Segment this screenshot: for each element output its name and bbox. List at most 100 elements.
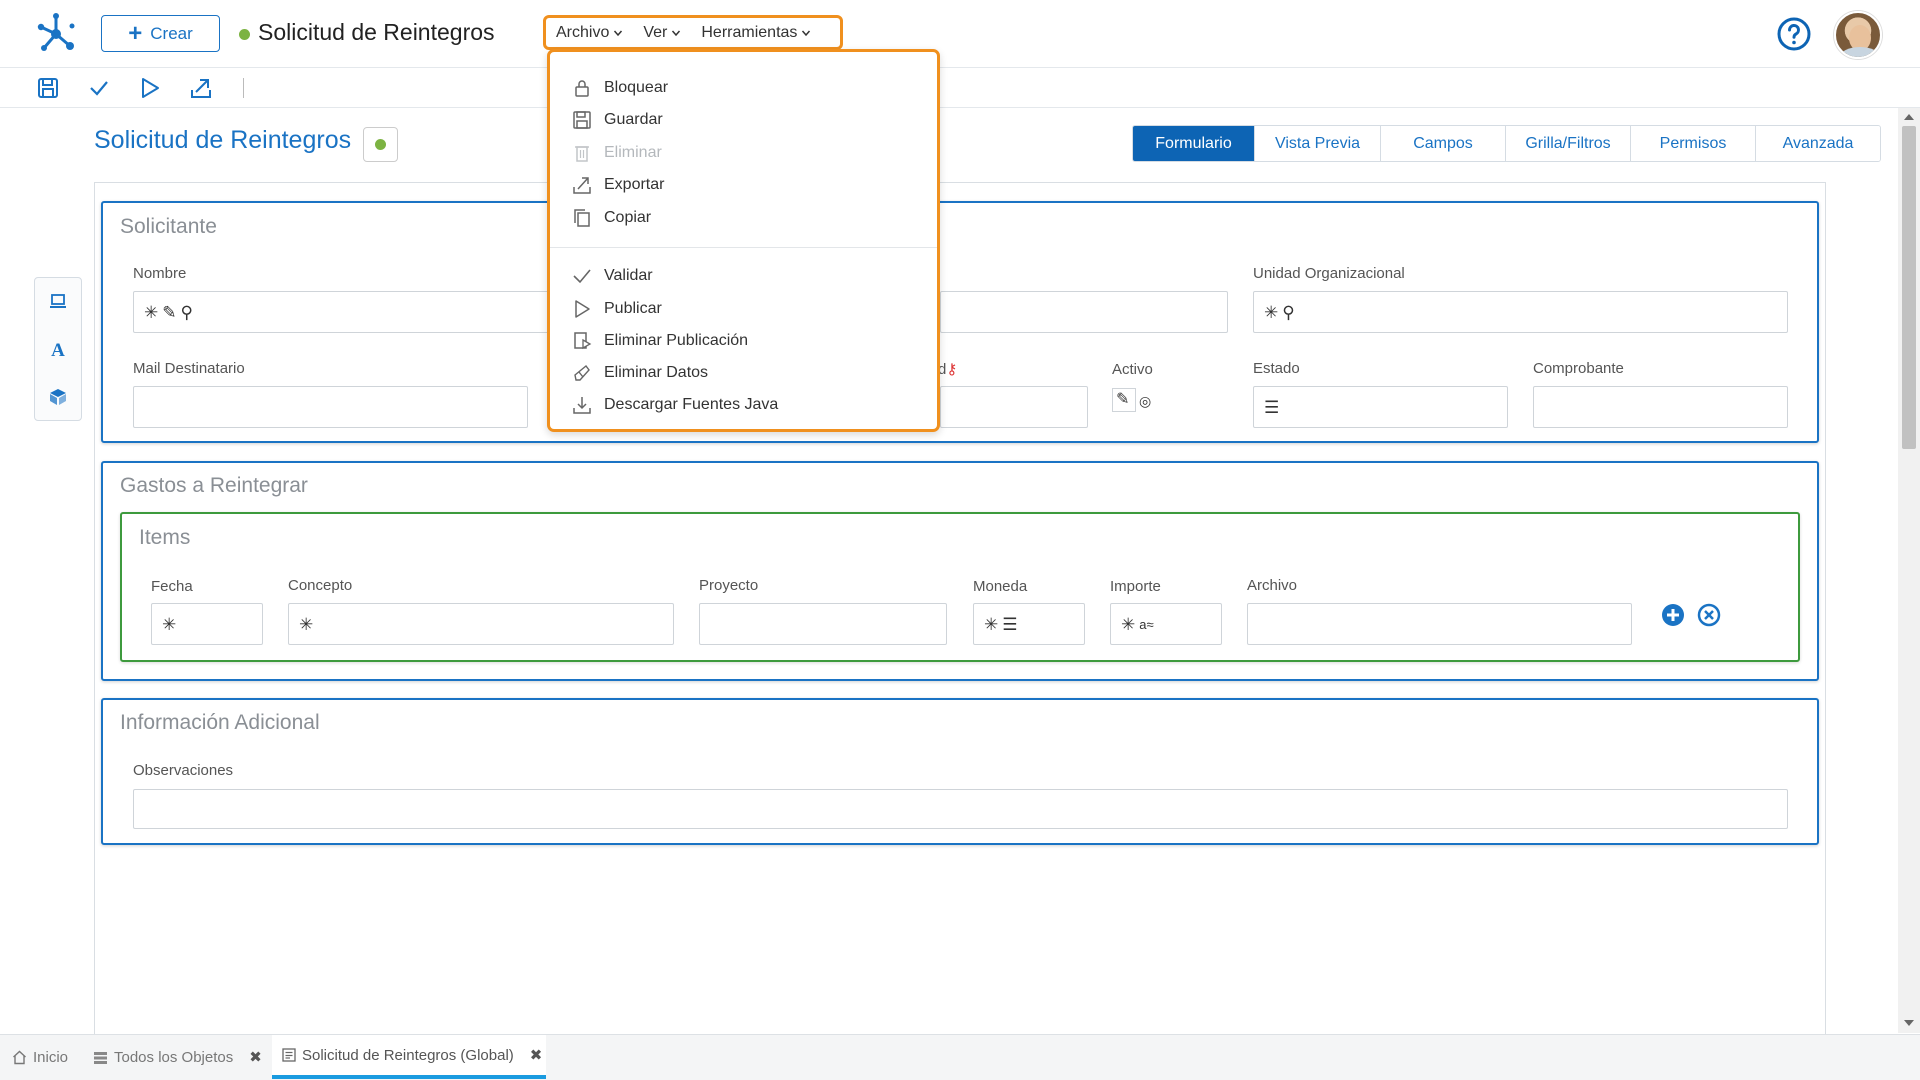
user-avatar[interactable] (1834, 11, 1882, 59)
create-button[interactable]: + Crear (101, 15, 220, 52)
field-label-partial: d⚷ (938, 361, 958, 378)
field-label-concepto: Concepto (288, 577, 353, 594)
status-badge[interactable] (363, 127, 398, 162)
field-label-nombre: Nombre (133, 265, 187, 282)
scrollbar-thumb[interactable] (1902, 126, 1916, 449)
required-icon: ✳ (162, 614, 177, 634)
form-icon (282, 1048, 296, 1062)
menu-item-guardar[interactable]: Guardar (572, 108, 663, 132)
proyecto-field[interactable] (699, 603, 947, 645)
link-icon: ⚲ (1282, 302, 1295, 322)
list-icon (94, 1051, 107, 1064)
create-label: Crear (150, 23, 193, 43)
field-label-comprobante: Comprobante (1533, 360, 1624, 377)
lock-icon (575, 80, 589, 97)
nombre-field[interactable]: ✳ ✎ ⚲ (133, 291, 553, 333)
field-label-archivo: Archivo (1247, 577, 1298, 594)
menu-item-validar[interactable]: Validar (572, 264, 653, 288)
fecha-field[interactable]: ✳ (151, 603, 263, 645)
play-icon (575, 300, 590, 318)
save-icon (573, 111, 591, 129)
tab-vista-previa[interactable]: Vista Previa (1255, 126, 1381, 161)
field-label-estado: Estado (1253, 360, 1300, 377)
chevron-down-icon (802, 30, 811, 36)
field-label-fecha: Fecha (151, 578, 193, 595)
tab-formulario[interactable]: Formulario (1133, 126, 1255, 161)
play-icon[interactable] (139, 77, 161, 99)
menu-herramientas-label: Herramientas (701, 23, 798, 41)
required-icon: ✳ (144, 302, 159, 322)
tab-bar: Formulario Vista Previa Campos Grilla/Fi… (1132, 125, 1881, 162)
importe-field[interactable]: ✳ a≈ (1110, 603, 1222, 645)
comprobante-field[interactable] (1533, 386, 1788, 428)
menu-item-descargar-fuentes-java[interactable]: Descargar Fuentes Java (572, 393, 778, 417)
app-logo-icon[interactable] (34, 12, 78, 56)
download-icon (573, 397, 591, 414)
moneda-field[interactable]: ✳ ☰ (973, 603, 1085, 645)
cube-icon[interactable] (47, 386, 69, 408)
menu-item-copiar[interactable]: Copiar (572, 206, 651, 230)
section-title: Información Adicional (120, 711, 320, 734)
bottom-tab-todos-los-objetos[interactable]: Todos los Objetos ✖ (93, 1035, 268, 1079)
unpublish-icon (574, 332, 592, 350)
menu-item-label: Descargar Fuentes Java (604, 396, 779, 413)
field-label-moneda: Moneda (973, 578, 1028, 595)
tab-campos[interactable]: Campos (1381, 126, 1506, 161)
check-icon[interactable] (88, 77, 110, 99)
menu-item-eliminar-publicacion[interactable]: Eliminar Publicación (572, 329, 748, 353)
menu-item-eliminar-datos[interactable]: Eliminar Datos (572, 361, 708, 385)
archivo-field[interactable] (1247, 603, 1632, 645)
required-icon: ✳ (1264, 302, 1279, 322)
menu-ver[interactable]: Ver (643, 24, 681, 42)
export-icon[interactable] (190, 77, 212, 99)
bottom-tab-label: Inicio (33, 1048, 69, 1066)
check-icon (573, 269, 591, 284)
close-icon[interactable]: ✖ (249, 1048, 262, 1066)
bottom-tab-inicio[interactable]: Inicio (12, 1035, 92, 1079)
tab-permisos[interactable]: Permisos (1631, 126, 1756, 161)
menu-item-publicar[interactable]: Publicar (572, 297, 662, 321)
menu-item-label: Eliminar Publicación (604, 332, 749, 349)
list-icon: ☰ (1002, 614, 1018, 634)
trash-icon (575, 146, 589, 162)
side-toolbox: A (34, 277, 82, 421)
scroll-up-icon[interactable] (1904, 114, 1914, 120)
edit-icon: ✎ (1116, 391, 1130, 408)
laptop-icon[interactable] (47, 290, 69, 312)
help-icon[interactable] (1777, 17, 1811, 51)
menu-item-bloquear[interactable]: Bloquear (572, 76, 668, 100)
text-icon[interactable]: A (47, 338, 69, 360)
remove-row-icon[interactable] (1697, 603, 1721, 627)
field-label-mail: Mail Destinatario (133, 360, 245, 377)
menu-herramientas[interactable]: Herramientas (701, 24, 811, 42)
scroll-down-icon[interactable] (1904, 1020, 1914, 1026)
visibility-icon: ◎ (1139, 393, 1152, 409)
menu-divider (550, 247, 937, 248)
tab-avanzada[interactable]: Avanzada (1756, 126, 1880, 161)
archivo-dropdown-menu: Bloquear Guardar Eliminar Exportar Copia… (547, 49, 940, 432)
bottom-tab-solicitud-global[interactable]: Solicitud de Reintegros (Global) ✖ (272, 1035, 546, 1079)
menu-item-exportar[interactable]: Exportar (572, 173, 664, 197)
menu-item-label: Validar (604, 267, 653, 284)
field-label-activo: Activo (1112, 361, 1153, 378)
mail-destinatario-field[interactable] (133, 386, 528, 428)
observaciones-field[interactable] (133, 789, 1788, 829)
save-icon[interactable] (37, 77, 59, 99)
list-icon: ☰ (1264, 397, 1280, 417)
menu-ver-label: Ver (643, 23, 668, 41)
toolbar (0, 68, 1920, 108)
chevron-down-icon (672, 30, 681, 36)
partial-field[interactable] (940, 291, 1228, 333)
menu-item-label: Eliminar (604, 144, 662, 161)
menu-item-eliminar[interactable]: Eliminar (572, 141, 662, 165)
unidad-organizacional-field[interactable]: ✳ ⚲ (1253, 291, 1788, 333)
concepto-field[interactable]: ✳ (288, 603, 674, 645)
partial-field-2[interactable] (940, 386, 1088, 428)
close-icon[interactable]: ✖ (530, 1046, 543, 1064)
eraser-icon (574, 364, 590, 381)
estado-field[interactable]: ☰ (1253, 386, 1508, 428)
tab-grilla-filtros[interactable]: Grilla/Filtros (1506, 126, 1631, 161)
add-row-icon[interactable] (1661, 603, 1685, 627)
menu-archivo[interactable]: Archivo (556, 24, 623, 42)
svg-text:A: A (51, 340, 65, 360)
